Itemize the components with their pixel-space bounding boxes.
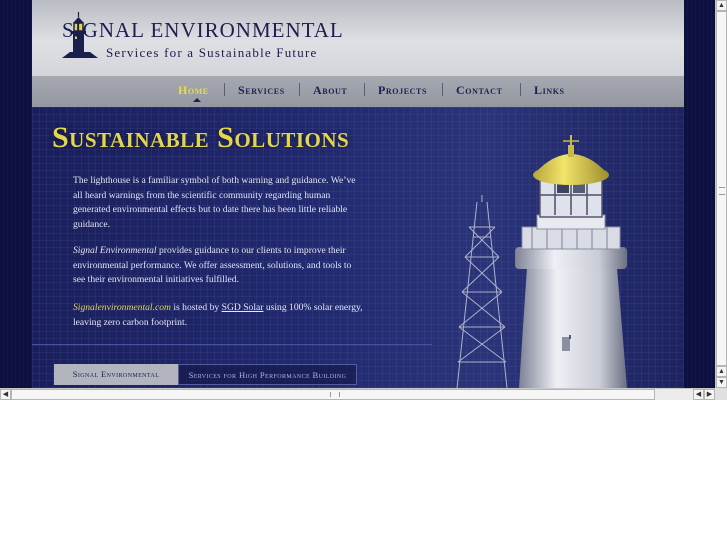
horizontal-scroll-thumb[interactable]	[11, 389, 655, 400]
vertical-scroll-thumb[interactable]	[716, 11, 727, 366]
horizontal-scrollbar[interactable]: ◀ ◀ ▶	[0, 388, 715, 400]
scroll-right-icon[interactable]: ▶	[704, 389, 715, 400]
nav-separator	[364, 83, 365, 96]
content-panel: Sustainable Solutions The lighthouse is …	[32, 107, 684, 388]
scroll-down-icon[interactable]: ▼	[716, 377, 727, 388]
sgd-solar-link[interactable]: SGD Solar	[222, 302, 264, 313]
nav-services[interactable]: Services	[238, 83, 285, 98]
nav-projects[interactable]: Projects	[378, 83, 427, 98]
scroll-left-icon[interactable]: ◀	[693, 389, 704, 400]
grip-icon	[330, 392, 340, 397]
page-headline: Sustainable Solutions	[52, 121, 350, 154]
tab-signal-environmental[interactable]: Signal Environmental	[54, 364, 178, 385]
scrollbar-corner	[715, 388, 727, 400]
nav-separator	[442, 83, 443, 96]
main-nav: Home Services About Projects Contact Lin…	[32, 76, 684, 107]
active-nav-indicator	[193, 98, 201, 102]
guidance-paragraph: Signal Environmental provides guidance t…	[73, 244, 363, 288]
site-domain: Signalenvironmental.com	[73, 302, 171, 313]
nav-separator	[224, 83, 225, 96]
browser-viewport: SIGNAL ENVIRONMENTAL Services for a Sust…	[0, 0, 715, 388]
brand-title: SIGNAL ENVIRONMENTAL	[62, 18, 344, 42]
nav-home[interactable]: Home	[178, 83, 209, 98]
scroll-left-icon[interactable]: ◀	[0, 389, 11, 400]
brand-tagline: Services for a Sustainable Future	[106, 45, 318, 60]
content-divider	[32, 344, 432, 345]
grip-icon	[719, 187, 725, 195]
scroll-up-icon[interactable]: ▲	[716, 0, 727, 11]
company-name-emphasis: Signal Environmental	[73, 245, 157, 256]
vertical-scrollbar[interactable]: ▲ ▲ ▼	[715, 0, 727, 388]
scroll-up-icon[interactable]: ▲	[716, 366, 727, 377]
hosting-paragraph: Signalenvironmental.com is hosted by SGD…	[73, 301, 363, 330]
nav-links[interactable]: Links	[534, 83, 565, 98]
tab-high-performance-building[interactable]: Services for High Performance Building	[178, 364, 357, 385]
site-header: SIGNAL ENVIRONMENTAL Services for a Sust…	[32, 0, 684, 76]
nav-separator	[520, 83, 521, 96]
lighthouse-image	[456, 135, 627, 388]
nav-separator	[299, 83, 300, 96]
hosting-text: is hosted by	[170, 302, 222, 313]
site-column: SIGNAL ENVIRONMENTAL Services for a Sust…	[32, 0, 684, 388]
intro-paragraph: The lighthouse is a familiar symbol of b…	[73, 175, 356, 230]
nav-contact[interactable]: Contact	[456, 83, 503, 98]
nav-about[interactable]: About	[313, 83, 347, 98]
